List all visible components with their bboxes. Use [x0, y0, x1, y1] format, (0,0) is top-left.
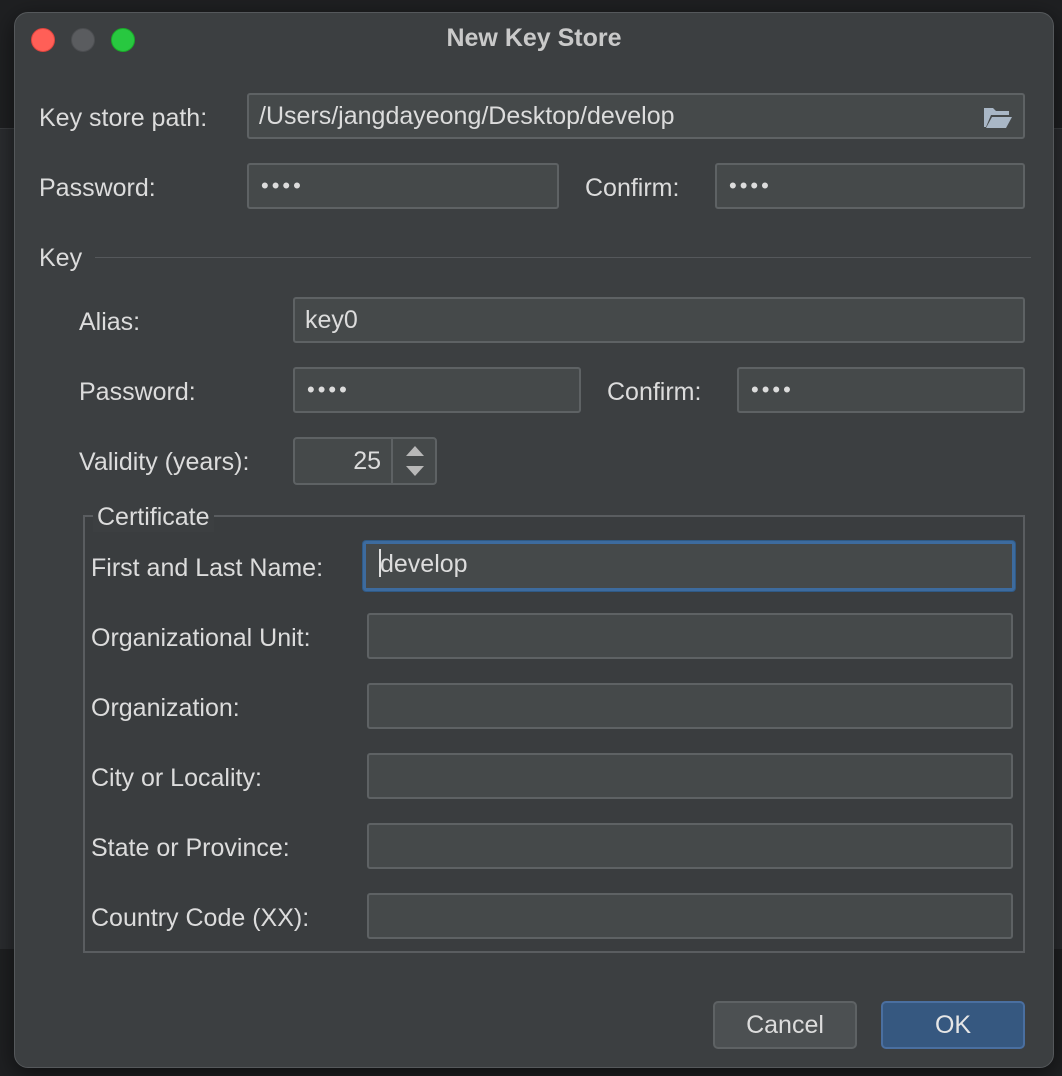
chevron-down-icon[interactable]	[393, 461, 437, 483]
city-label: City or Locality:	[91, 764, 262, 792]
state-field[interactable]	[367, 823, 1013, 869]
keystore-path-value: /Users/jangdayeong/Desktop/develop	[259, 102, 675, 130]
organization-field[interactable]	[367, 683, 1013, 729]
first-last-name-label: First and Last Name:	[91, 554, 324, 582]
folder-open-icon[interactable]	[983, 105, 1013, 129]
alias-label: Alias:	[79, 308, 141, 336]
org-unit-field[interactable]	[367, 613, 1013, 659]
cancel-button[interactable]: Cancel	[713, 1001, 857, 1049]
key-password-label: Password:	[79, 378, 196, 406]
first-last-name-value: develop	[380, 550, 468, 578]
state-label: State or Province:	[91, 834, 290, 862]
new-key-store-dialog: New Key Store Key store path: /Users/jan…	[14, 12, 1054, 1068]
keystore-path-field[interactable]: /Users/jangdayeong/Desktop/develop	[247, 93, 1025, 139]
keystore-password-label: Password:	[39, 174, 156, 202]
keystore-password-field[interactable]: ••••	[247, 163, 559, 209]
title-bar: New Key Store	[15, 13, 1053, 69]
ok-button[interactable]: OK	[881, 1001, 1025, 1049]
key-section-divider	[95, 257, 1031, 258]
country-code-label: Country Code (XX):	[91, 904, 310, 932]
keystore-confirm-field[interactable]: ••••	[715, 163, 1025, 209]
validity-spinner[interactable]: 25	[293, 437, 437, 485]
keystore-path-label: Key store path:	[39, 104, 208, 132]
key-confirm-label: Confirm:	[607, 378, 702, 406]
alias-field[interactable]: key0	[293, 297, 1025, 343]
validity-label: Validity (years):	[79, 448, 250, 476]
organization-label: Organization:	[91, 694, 240, 722]
city-field[interactable]	[367, 753, 1013, 799]
country-code-field[interactable]	[367, 893, 1013, 939]
key-section-title: Key	[39, 244, 83, 272]
validity-value[interactable]: 25	[295, 439, 391, 483]
certificate-legend: Certificate	[93, 502, 214, 532]
dialog-title: New Key Store	[446, 24, 622, 52]
org-unit-label: Organizational Unit:	[91, 624, 311, 652]
key-password-field[interactable]: ••••	[293, 367, 581, 413]
text-caret	[379, 549, 381, 578]
keystore-confirm-label: Confirm:	[585, 174, 680, 202]
first-last-name-field[interactable]: develop	[363, 541, 1015, 591]
key-confirm-field[interactable]: ••••	[737, 367, 1025, 413]
chevron-up-icon[interactable]	[393, 439, 437, 461]
